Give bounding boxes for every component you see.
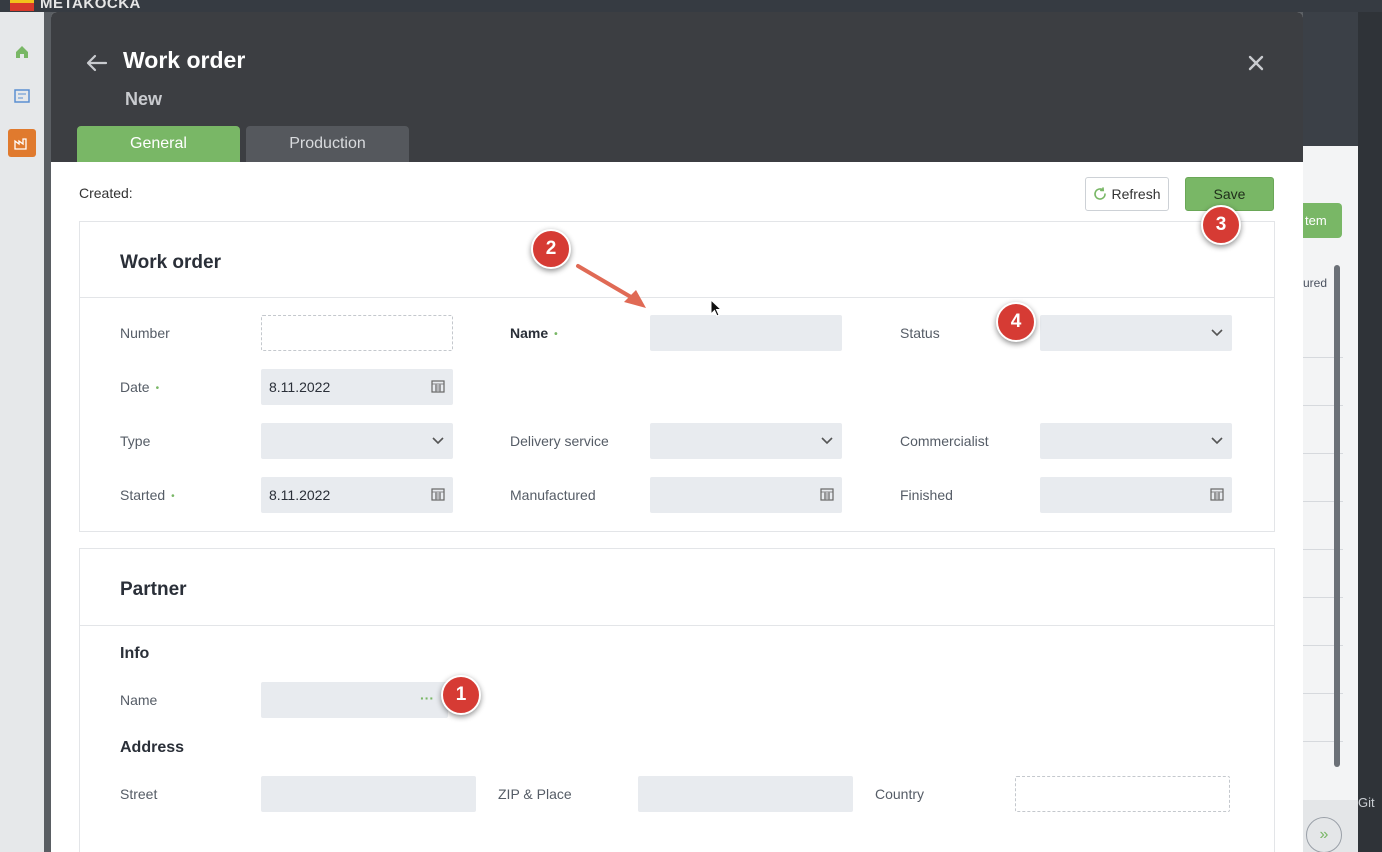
calendar-icon[interactable] [431, 379, 445, 393]
dashboard-icon[interactable] [8, 82, 36, 110]
background-edge [1358, 12, 1382, 852]
started-value: 8.11.2022 [269, 487, 331, 503]
more-dots-icon[interactable]: ··· [420, 690, 434, 706]
close-icon[interactable] [1245, 52, 1267, 74]
chevron-down-icon [821, 437, 833, 445]
created-label: Created: [79, 185, 133, 201]
annotation-badge: 2 [531, 229, 571, 269]
commercialist-label: Commercialist [900, 433, 989, 449]
partner-name-label: Name [120, 692, 158, 708]
partner-name-input[interactable]: ··· [261, 682, 448, 718]
country-input[interactable] [1015, 776, 1230, 812]
info-heading: Info [120, 645, 150, 662]
commercialist-select[interactable] [1040, 423, 1232, 459]
required-indicator: • [171, 490, 175, 502]
section-title: Work order [120, 252, 222, 273]
work-order-section: Work order Number Name • Status Date • 8.1… [79, 221, 1275, 532]
delivery-service-select[interactable] [650, 423, 842, 459]
modal-header: Work order New General Production [51, 12, 1303, 162]
country-label: Country [875, 786, 925, 802]
app-logo: METAKOCKA [10, 0, 141, 12]
tab-production[interactable]: Production [246, 126, 409, 162]
manufactured-label: Manufactured [510, 487, 596, 503]
chevron-down-icon [1211, 437, 1223, 445]
annotation-badge: 3 [1201, 205, 1241, 245]
date-input[interactable]: 8.11.2022 [261, 369, 453, 405]
address-heading: Address [120, 739, 185, 756]
number-label: Number [120, 325, 170, 341]
required-indicator: • [554, 328, 558, 340]
annotation-badge: 4 [996, 302, 1036, 342]
zip-place-input[interactable] [638, 776, 853, 812]
modal-title: Work order [123, 47, 246, 73]
refresh-button-label: Refresh [1111, 186, 1161, 202]
background-footer-text: Git [1358, 795, 1375, 810]
finished-label: Finished [900, 487, 953, 503]
started-input[interactable]: 8.11.2022 [261, 477, 453, 513]
manufactured-input[interactable] [650, 477, 842, 513]
type-select[interactable] [261, 423, 453, 459]
section-title: Partner [120, 579, 187, 600]
tab-general[interactable]: General [77, 126, 240, 162]
section-divider [80, 297, 1274, 298]
status-label: Status [900, 325, 940, 341]
refresh-button[interactable]: Refresh [1085, 177, 1169, 211]
name-label: Name • [510, 325, 558, 341]
mouse-cursor-icon [710, 299, 723, 317]
logo-mark-icon [10, 0, 34, 11]
required-indicator: • [155, 382, 160, 394]
annotation-arrow-icon [576, 264, 646, 308]
background-scrollbar[interactable] [1334, 265, 1340, 767]
work-order-modal: Work order New General Production Create… [51, 12, 1303, 852]
street-input[interactable] [261, 776, 476, 812]
calendar-icon[interactable] [1210, 487, 1224, 501]
delivery-service-label: Delivery service [510, 433, 609, 449]
calendar-icon[interactable] [820, 487, 834, 501]
started-label: Started • [120, 487, 175, 503]
app-brand: METAKOCKA [40, 0, 141, 12]
back-arrow-icon[interactable] [84, 50, 110, 76]
modal-subtitle: New [125, 89, 163, 109]
finished-input[interactable] [1040, 477, 1232, 513]
zip-place-label: ZIP & Place [498, 786, 572, 802]
background-column-label: ured [1303, 276, 1328, 290]
background-panel [1303, 146, 1358, 800]
home-icon[interactable] [8, 38, 36, 66]
expand-button[interactable]: » [1306, 817, 1342, 852]
name-input[interactable] [650, 315, 842, 351]
app-topbar [0, 0, 1382, 12]
background-button[interactable]: tem [1303, 203, 1342, 238]
street-label: Street [120, 786, 158, 802]
chevron-down-icon [432, 437, 444, 445]
side-rail [0, 12, 44, 852]
date-label: Date • [120, 379, 160, 395]
calendar-icon[interactable] [431, 487, 445, 501]
factory-icon[interactable] [8, 129, 36, 157]
partner-section: Partner Info Name ··· Address Street ZIP… [79, 548, 1275, 852]
annotation-badge: 1 [441, 675, 481, 715]
save-button[interactable]: Save [1185, 177, 1274, 211]
date-value: 8.11.2022 [269, 379, 331, 395]
status-select[interactable] [1040, 315, 1232, 351]
number-input[interactable] [261, 315, 453, 351]
chevron-down-icon [1211, 329, 1223, 337]
type-label: Type [120, 433, 151, 449]
refresh-icon [1094, 187, 1107, 200]
section-divider [80, 625, 1274, 626]
